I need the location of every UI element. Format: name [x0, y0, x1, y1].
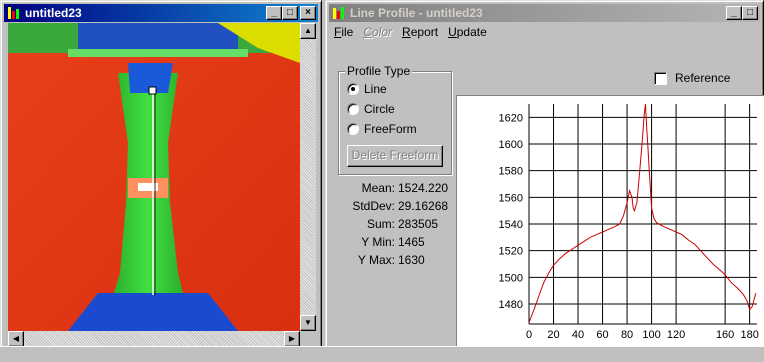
status-bar: [0, 346, 764, 362]
stat-stddev: StdDev: 29.16268: [326, 197, 452, 215]
y-tick-label: 1600: [499, 139, 523, 151]
stats-panel: Mean: 1524.220 StdDev: 29.16268 Sum: 283…: [326, 179, 452, 269]
radio-circle-label: Circle: [364, 102, 395, 116]
radio-circle[interactable]: Circle: [347, 102, 395, 116]
maximize-button[interactable]: □: [282, 6, 298, 20]
reference-label: Reference: [675, 71, 731, 85]
radio-line[interactable]: Line: [347, 82, 387, 96]
stat-label: Y Min:: [361, 235, 395, 249]
image-window-titlebar[interactable]: untitled23 _ □ ×: [4, 4, 318, 22]
menu-update[interactable]: Update: [448, 25, 487, 39]
y-tick-label: 1500: [499, 272, 523, 284]
scroll-down-button[interactable]: ▼: [300, 315, 316, 331]
y-tick-label: 1620: [499, 112, 523, 124]
reference-checkbox[interactable]: Reference: [654, 71, 730, 85]
menu-bar: File Color Report Update: [330, 23, 759, 41]
radio-freeform-label: FreeForm: [364, 122, 417, 136]
menu-color[interactable]: Color: [363, 25, 392, 39]
scroll-up-button[interactable]: ▲: [300, 23, 316, 39]
y-tick-label: 1480: [499, 299, 523, 311]
radio-icon[interactable]: [347, 103, 359, 115]
stat-ymax: Y Max: 1630: [326, 251, 452, 269]
line-profile-chart: 1480 1500 1520 1540 1560 1580 1600 1620 0 20 40 60 8…: [456, 95, 764, 347]
profile-window[interactable]: Line Profile - untitled23 _ □ File Color…: [325, 0, 764, 350]
x-tick-label: 20: [547, 329, 559, 341]
x-tick-label: 0: [526, 329, 532, 341]
delete-freeform-button[interactable]: Delete Freeform: [347, 145, 443, 167]
y-tick-label: 1520: [499, 246, 523, 258]
radio-freeform[interactable]: FreeForm: [347, 122, 417, 136]
profile-type-group: Profile Type Line Circle FreeForm Delete…: [338, 64, 452, 175]
image-horizontal-scrollbar[interactable]: ◀ ▶: [8, 331, 300, 347]
checkbox-icon[interactable]: [654, 71, 667, 85]
stat-ymin: Y Min: 1465: [326, 233, 452, 251]
scroll-right-button[interactable]: ▶: [284, 331, 300, 347]
y-tick-label: 1560: [499, 192, 523, 204]
x-tick-label: 60: [596, 329, 608, 341]
app-icon: [7, 6, 21, 20]
radio-icon[interactable]: [347, 83, 359, 95]
close-button[interactable]: ×: [300, 6, 316, 20]
radio-icon[interactable]: [347, 123, 359, 135]
resize-grip-icon[interactable]: [300, 331, 316, 347]
stat-value: 1524.220: [398, 181, 449, 195]
image-vertical-scrollbar[interactable]: ▲ ▼: [300, 23, 316, 331]
minimize-button[interactable]: _: [266, 6, 282, 20]
profile-series-line: [528, 103, 757, 323]
thermal-image[interactable]: [8, 23, 300, 331]
stat-value: 1465: [398, 235, 425, 249]
maximize-button[interactable]: □: [742, 6, 758, 20]
stat-value: 1630: [398, 253, 425, 267]
x-tick-label: 120: [667, 329, 685, 341]
menu-report[interactable]: Report: [402, 25, 438, 39]
stat-label: Mean:: [361, 181, 395, 195]
stat-value: 29.16268: [398, 199, 449, 213]
chart-svg: 1480 1500 1520 1540 1560 1580 1600 1620 0 20 40 60 8…: [499, 103, 759, 341]
profile-window-titlebar[interactable]: Line Profile - untitled23 _ □: [329, 4, 760, 22]
app-icon: [332, 6, 346, 20]
stat-value: 283505: [398, 217, 439, 231]
stat-sum: Sum: 283505: [326, 215, 452, 233]
scroll-left-button[interactable]: ◀: [8, 331, 24, 347]
x-tick-label: 160: [716, 329, 734, 341]
radio-line-label: Line: [364, 82, 387, 96]
profile-window-title: Line Profile - untitled23: [350, 6, 483, 20]
image-window[interactable]: untitled23 _ □ × ▲ ▼ ◀ ▶: [0, 0, 322, 350]
stat-label: Sum:: [366, 217, 395, 231]
stat-mean: Mean: 1524.220: [326, 179, 452, 197]
minimize-button[interactable]: _: [726, 6, 742, 20]
menu-file[interactable]: File: [334, 25, 353, 39]
x-tick-label: 180: [740, 329, 758, 341]
x-tick-label: 40: [572, 329, 584, 341]
x-tick-label: 80: [621, 329, 633, 341]
profile-type-title: Profile Type: [345, 64, 413, 78]
stat-label: Y Max:: [357, 253, 395, 267]
image-window-title: untitled23: [25, 6, 82, 20]
y-tick-label: 1540: [499, 219, 523, 231]
y-tick-label: 1580: [499, 166, 523, 178]
x-tick-label: 100: [642, 329, 660, 341]
stat-label: StdDev:: [352, 199, 395, 213]
